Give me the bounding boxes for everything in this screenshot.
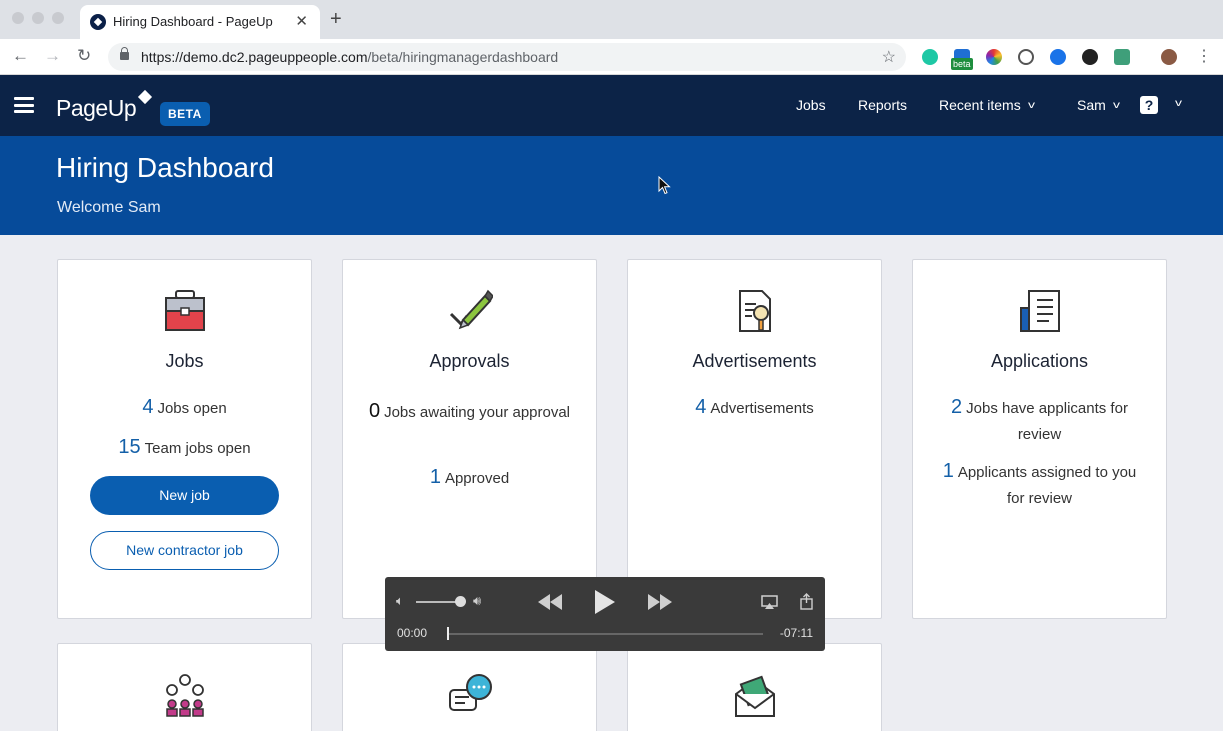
card-title: Applications [990,351,1089,371]
lock-icon [120,47,129,60]
page-title: Hiring Dashboard [56,152,274,183]
team-people-icon [165,674,204,717]
mouse-cursor-icon [658,176,671,195]
new-tab-icon[interactable]: + [330,9,342,29]
applicants-review-stat[interactable]: 2 Jobs have applicants for review [933,394,1146,448]
browser-toolbar: ← → ↻ https://demo.dc2.pageuppeople.com/… [0,39,1223,75]
rewind-icon[interactable] [537,593,563,611]
extension-color-icon[interactable] [986,49,1002,65]
seek-playhead[interactable] [447,627,449,640]
address-bar[interactable]: https://demo.dc2.pageuppeople.com/beta/h… [108,43,906,71]
volume-max-icon[interactable]: 🔊︎ [473,593,481,609]
help-icon[interactable]: ? [1140,96,1158,114]
forward-arrow-icon[interactable]: → [44,46,61,66]
advertisements-stat[interactable]: 4 Advertisements [648,394,861,422]
browser-tab[interactable]: Hiring Dashboard - PageUp ✕ [80,5,320,39]
chevron-down-icon: v [1027,100,1035,111]
team-card [57,643,312,731]
volume-slider[interactable] [416,601,460,603]
team-jobs-open-stat[interactable]: 15 Team jobs open [78,434,291,462]
tab-title: Hiring Dashboard - PageUp [113,14,273,29]
applications-card: Applications 2 Jobs have applicants for r… [912,259,1167,619]
browser-menu-icon[interactable]: ⋮ [1196,46,1212,66]
help-chevron-down-icon[interactable]: v [1168,95,1182,111]
nav-jobs[interactable]: Jobs [796,97,826,113]
reload-icon[interactable]: ↻ [77,46,91,66]
seek-bar[interactable] [448,633,763,635]
approved-stat[interactable]: 1 Approved [363,464,576,492]
remaining-time: -07:11 [779,626,813,640]
chevron-down-icon: v [1112,100,1120,111]
awaiting-approval-stat[interactable]: 0 Jobs awaiting your approval [363,398,576,426]
play-icon[interactable] [594,589,616,615]
hamburger-menu-icon[interactable] [14,97,34,113]
bookmark-star-icon[interactable]: ☆ [882,47,896,67]
pageup-favicon-icon [90,14,106,30]
app-header: PageUp BETA Jobs Reports Recent items v S… [0,75,1223,136]
chat-bubbles-icon [448,674,492,711]
card-title: Advertisements [692,351,817,371]
volume-mute-icon[interactable]: 🔈︎ [396,593,404,609]
minimize-window-button[interactable] [32,12,44,24]
extension-s-icon[interactable] [1114,49,1130,65]
profile-avatar[interactable] [1161,49,1177,65]
browser-tab-bar: Hiring Dashboard - PageUp ✕ + [0,0,1223,39]
card-title: Approvals [429,351,510,371]
volume-knob[interactable] [455,596,466,607]
extension-badge: beta [951,58,973,70]
media-player: 🔈︎ 🔊︎ 00:00 -07:11 [385,577,825,651]
approvals-card: Approvals 0 Jobs awaiting your approval 1… [342,259,597,619]
extension-wordpress-icon[interactable] [1018,49,1034,65]
airplay-icon[interactable] [761,595,778,610]
nav-user-menu[interactable]: Sam v [1077,97,1120,113]
toolbox-icon [164,290,205,331]
share-icon[interactable] [800,593,813,610]
extension-m-icon[interactable] [922,49,938,65]
pageup-logo[interactable]: PageUp [56,95,137,122]
nav-reports[interactable]: Reports [858,97,907,113]
new-contractor-job-button[interactable]: New contractor job [90,531,279,570]
current-time: 00:00 [397,626,428,640]
pen-check-icon [449,289,493,330]
documents-icon [1019,290,1060,332]
jobs-card: Jobs 4 Jobs open 15 Team jobs open New job… [57,259,312,619]
dashboard-banner: Hiring Dashboard Welcome Sam [0,136,1223,235]
back-arrow-icon[interactable]: ← [12,46,29,66]
extension-dark-icon[interactable] [1082,49,1098,65]
document-magnifier-icon [738,290,771,332]
fast-forward-icon[interactable] [647,593,673,611]
card-title: Jobs [165,351,204,371]
applicants-assigned-stat[interactable]: 1 Applicants assigned to you for review [933,458,1146,512]
close-window-button[interactable] [12,12,24,24]
close-tab-icon[interactable]: ✕ [295,12,308,30]
url-text: https://demo.dc2.pageuppeople.com/beta/h… [141,49,559,65]
extension-info-icon[interactable] [1050,49,1066,65]
nav-recent-items[interactable]: Recent items v [939,97,1035,113]
new-job-button[interactable]: New job [90,476,279,515]
jobs-open-stat[interactable]: 4 Jobs open [78,394,291,422]
logo-diamond-icon [137,89,153,105]
offers-card [627,643,882,731]
maximize-window-button[interactable] [52,12,64,24]
advertisements-card: Advertisements 4 Advertisements [627,259,882,619]
welcome-message: Welcome Sam [57,199,161,216]
messages-card [342,643,597,731]
envelope-letter-icon [734,675,775,717]
beta-badge: BETA [160,102,210,126]
